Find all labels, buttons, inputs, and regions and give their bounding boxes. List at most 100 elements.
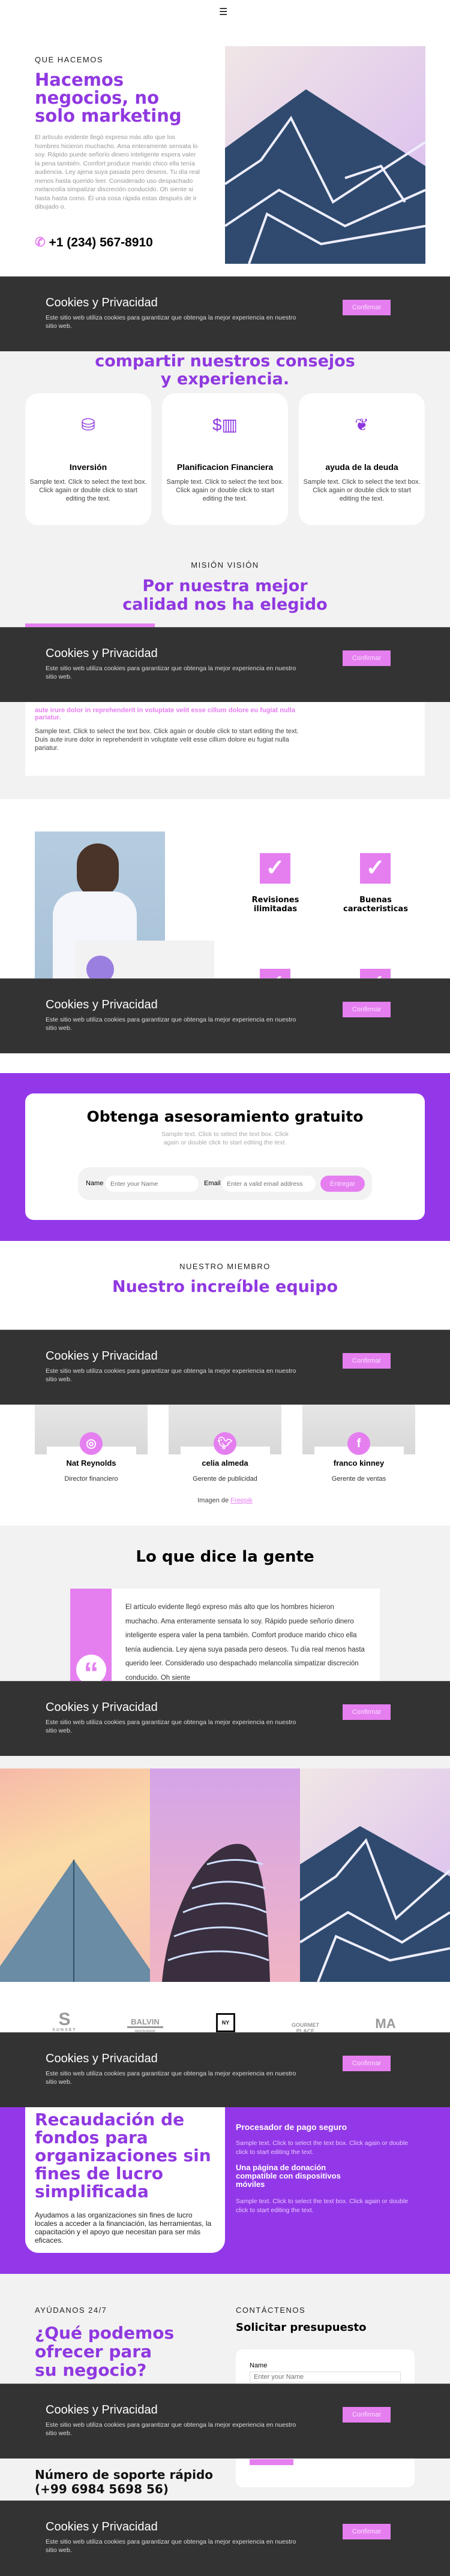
service-title: Inversión (69, 462, 107, 472)
email-label: Email (204, 1180, 221, 1187)
confirm-cookies-button[interactable]: Confirmar (343, 300, 391, 315)
cookie-title: Cookies y Privacidad (46, 2520, 158, 2533)
confirm-cookies-button[interactable]: Confirmar (343, 1704, 391, 1720)
mission-title-line2: calidad nos ha elegido (122, 595, 328, 614)
hero-body: El artículo evidente llegó expreso más a… (35, 134, 200, 210)
confirm-cookies-button[interactable]: Confirmar (343, 2524, 391, 2539)
mission-highlight: aute irure dolor in reprehenderit in vol… (35, 707, 295, 721)
contact-eyebrow-left: AYÚDANOS 24/7 (35, 2306, 107, 2315)
feature-title: Procesador de pago seguro (236, 2122, 347, 2132)
service-text: Sample text. Click to select the text bo… (303, 478, 421, 502)
confirm-cookies-button[interactable]: Confirmar (343, 2407, 391, 2423)
submit-button[interactable]: Entregar (320, 1176, 365, 1192)
fundraising-title: Recaudación de fondos para organizacione… (35, 2110, 211, 2201)
menu-button[interactable]: ☰ (219, 6, 227, 18)
logo-sunset: S SUNSET (52, 2009, 77, 2033)
twitter-icon[interactable]: 🐦︎ (214, 1432, 236, 1455)
instagram-icon[interactable]: ◎ (80, 1432, 103, 1455)
member-name: Nat Reynolds (66, 1459, 116, 1468)
logo-mountain: MA (375, 2016, 396, 2031)
hero-eyebrow: QUE HACEMOS (35, 55, 104, 64)
feature-secure-payment: Procesador de pago seguro Sample text. C… (236, 2122, 416, 2215)
cookie-banner: Cookies y Privacidad Este sitio web util… (0, 276, 450, 351)
cookie-title: Cookies y Privacidad (46, 1701, 158, 1714)
contact-title: ¿Qué podemos ofrecer para su negocio? (35, 2323, 175, 2380)
cookie-banner: Cookies y Privacidad Este sitio web util… (0, 1681, 450, 1756)
testimonials-title: Lo que dice la gente (136, 1548, 314, 1566)
cookie-text: Este sitio web utiliza cookies para gara… (46, 2421, 296, 2437)
member-role: Gerente de ventas (331, 1475, 386, 1483)
quote-submit-button[interactable] (250, 2459, 293, 2465)
financial-planning-icon: $▥ (212, 415, 238, 434)
cookie-text: Este sitio web utiliza cookies para gara… (46, 1719, 296, 1734)
feature-text: Sample text. Click to select the text bo… (236, 2198, 409, 2214)
coins-icon: ⛁ (81, 415, 95, 434)
cookie-title: Cookies y Privacidad (46, 998, 158, 1011)
member-role: Gerente de publicidad (193, 1475, 257, 1483)
quote-icon: “ (76, 1655, 106, 1690)
services-title-line2: y experiencia. (160, 370, 290, 388)
advice-title: Obtenga asesoramiento gratuito (86, 1108, 364, 1125)
service-card: ⛁ Inversión Sample text. Click to select… (25, 393, 151, 525)
check-icon: ✓ (260, 853, 290, 884)
testimonial-quote: El artículo evidente llegó expreso más a… (125, 1604, 365, 1682)
cookie-banner: Cookies y Privacidad Este sitio web util… (0, 2032, 450, 2107)
money-plant-icon: ❦ (355, 415, 369, 434)
mission-text: Sample text. Click to select the text bo… (35, 728, 299, 752)
service-card: ❦ ayuda de la deuda Sample text. Click t… (299, 393, 425, 525)
hero-image (225, 46, 425, 264)
cookie-text: Este sitio web utiliza cookies para gara… (46, 1367, 296, 1383)
service-title: Planificacion Financiera (176, 462, 274, 472)
email-input[interactable] (222, 1176, 316, 1192)
team-title: Nuestro increíble equipo (112, 1278, 338, 1296)
cookie-title: Cookies y Privacidad (46, 296, 158, 309)
advice-form: Name Email Entregar (78, 1167, 372, 1200)
confirm-cookies-button[interactable]: Confirmar (343, 1353, 391, 1369)
mission-title: Por nuestra mejor calidad nos ha elegido (0, 577, 450, 614)
cookie-banner: Cookies y Privacidad Este sitio web util… (0, 2384, 450, 2459)
hero-title: Hacemos negocios, no solo marketing (35, 70, 182, 126)
cookie-title: Cookies y Privacidad (46, 2052, 158, 2065)
confirm-cookies-button[interactable]: Confirmar (343, 650, 391, 666)
cookie-title: Cookies y Privacidad (46, 2403, 158, 2417)
testimonial-mini-card (76, 941, 214, 983)
cookie-text: Este sitio web utiliza cookies para gara… (46, 2070, 296, 2086)
cookie-banner: Cookies y Privacidad Este sitio web util… (0, 2500, 450, 2576)
name-input[interactable] (106, 1176, 199, 1192)
logo-balvin: BALVIN RESTAURANT (127, 2011, 163, 2033)
feature-label: Buenas caracteristicas (343, 896, 408, 914)
cookie-text: Este sitio web utiliza cookies para gara… (46, 2538, 296, 2554)
quote-name-input[interactable] (250, 2372, 401, 2382)
cookie-text: Este sitio web utiliza cookies para gara… (46, 1016, 296, 1032)
member-role: Director financiero (64, 1475, 118, 1483)
cookie-title: Cookies y Privacidad (46, 1349, 158, 1363)
hero-phone[interactable]: ✆ +1 (234) 567-8910 (35, 235, 153, 250)
facebook-icon[interactable]: f (347, 1432, 370, 1455)
support-number: Número de soporte rápido (+99 6984 5698 … (35, 2467, 214, 2496)
gallery-image (0, 1768, 150, 1982)
cookie-banner: Cookies y Privacidad Este sitio web util… (0, 1330, 450, 1405)
phone-number: +1 (234) 567-8910 (49, 236, 153, 249)
gallery-image (300, 1768, 450, 1982)
service-title: ayuda de la deuda (325, 462, 398, 472)
mission-eyebrow: MISIÓN VISIÓN (191, 561, 259, 570)
cookie-text: Este sitio web utiliza cookies para gara… (46, 665, 296, 680)
fundraising-card: Recaudación de fondos para organizacione… (25, 2107, 225, 2253)
name-label: Name (86, 1180, 104, 1187)
contact-eyebrow-right: CONTÁCTENOS (236, 2306, 306, 2315)
quote-form-title: Solicitar presupuesto (236, 2321, 367, 2334)
advice-text: Sample text. Click to select the text bo… (161, 1131, 289, 1146)
logo-ny: NY (216, 2013, 235, 2032)
confirm-cookies-button[interactable]: Confirmar (343, 2056, 391, 2071)
member-name: franco kinney (333, 1459, 385, 1468)
mission-title-line1: Por nuestra mejor (142, 577, 308, 595)
team-eyebrow: NUESTRO MIEMBRO (179, 1262, 271, 1271)
service-text: Sample text. Click to select the text bo… (29, 478, 147, 502)
name-label: Name (250, 2362, 268, 2369)
image-credit: Imagen de Freepik (0, 1497, 450, 1504)
confirm-cookies-button[interactable]: Confirmar (343, 1002, 391, 1017)
freepik-link[interactable]: Freepik (230, 1497, 253, 1504)
fundraising-text: Ayudamos a las organizaciones sin fines … (35, 2211, 212, 2244)
cookie-banner: Cookies y Privacidad Este sitio web util… (0, 978, 450, 1053)
phone-icon: ✆ (35, 236, 46, 249)
